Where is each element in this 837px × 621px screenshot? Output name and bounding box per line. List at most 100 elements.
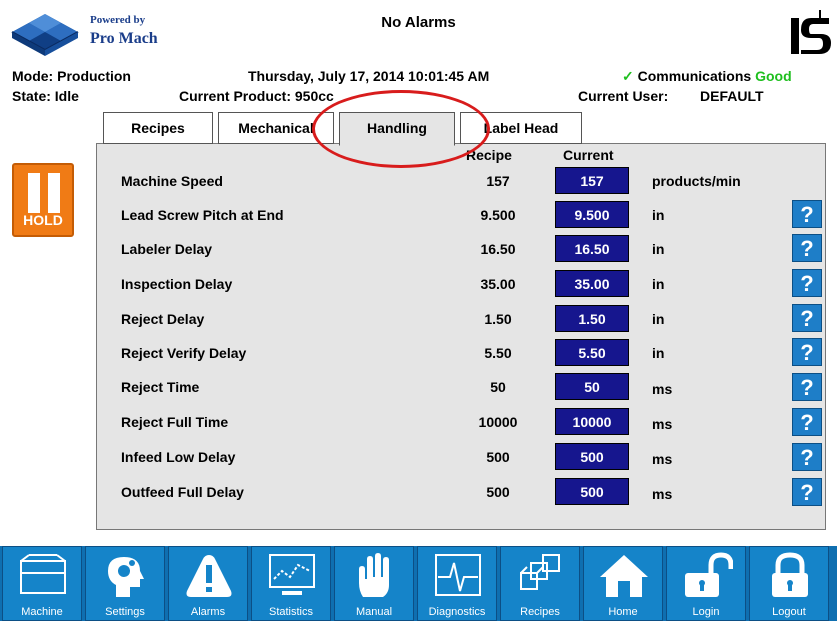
nav-machine-button[interactable]: Machine — [2, 546, 82, 621]
hold-label: HOLD — [23, 212, 63, 228]
alarms-icon — [186, 555, 232, 597]
row-current-inspection-delay[interactable]: 35.00 — [555, 270, 629, 297]
row-unit-reject-delay: in — [652, 311, 665, 327]
row-label-reject-time: Reject Time — [121, 379, 200, 395]
pause-icon — [28, 173, 40, 213]
alarm-status: No Alarms — [381, 14, 456, 31]
row-current-reject-verify-delay[interactable]: 5.50 — [555, 339, 629, 366]
home-icon — [600, 555, 648, 597]
manual-icon — [359, 553, 389, 597]
communications-status: ✓ Communications Good — [622, 68, 792, 85]
row-recipe-lead-screw-pitch: 9.500 — [480, 207, 516, 223]
login-icon — [685, 552, 733, 597]
nav-diagnostics-label: Diagnostics — [428, 606, 486, 618]
help-button-lead-screw-pitch[interactable]: ? — [792, 200, 822, 228]
row-current-machine-speed[interactable]: 157 — [555, 167, 629, 194]
current-column-header: Current — [563, 147, 614, 163]
row-label-labeler-delay: Labeler Delay — [121, 241, 213, 257]
nav-manual-button[interactable]: Manual — [334, 546, 414, 621]
row-current-reject-delay[interactable]: 1.50 — [555, 305, 629, 332]
row-label-reject-full-time: Reject Full Time — [121, 414, 229, 430]
pause-icon-bar — [48, 173, 60, 213]
nav-statistics-label: Statistics — [268, 606, 313, 618]
row-label-reject-delay: Reject Delay — [121, 311, 205, 327]
row-current-outfeed-full-delay[interactable]: 500 — [555, 478, 629, 505]
nav-machine-label: Machine — [21, 606, 63, 618]
help-button-outfeed-full-delay[interactable]: ? — [792, 478, 822, 506]
row-label-outfeed-full-delay: Outfeed Full Delay — [121, 484, 244, 500]
row-label-lead-screw-pitch: Lead Screw Pitch at End — [121, 207, 284, 223]
row-unit-reject-time: ms — [652, 381, 673, 397]
row-unit-lead-screw-pitch: in — [652, 207, 665, 223]
nav-recipes-label: Recipes — [520, 606, 560, 618]
statistics-icon — [269, 554, 315, 595]
nav-statistics-button[interactable]: Statistics — [251, 546, 331, 621]
row-unit-labeler-delay: in — [652, 241, 665, 257]
row-unit-machine-speed: products/min — [652, 173, 741, 189]
current-user-label: Current User: — [578, 88, 669, 104]
row-label-inspection-delay: Inspection Delay — [121, 276, 233, 292]
nav-home-label: Home — [608, 606, 638, 618]
hold-button[interactable]: HOLD — [12, 163, 74, 237]
nav-diagnostics-button[interactable]: Diagnostics — [417, 546, 497, 621]
row-recipe-outfeed-full-delay: 500 — [486, 484, 510, 500]
nav-login-label: Login — [692, 606, 720, 618]
brand-name: Pro Mach — [90, 30, 158, 47]
row-label-machine-speed: Machine Speed — [121, 173, 223, 189]
company-corner-logo-icon — [791, 10, 831, 54]
machine-icon — [20, 554, 66, 594]
nav-home-button[interactable]: Home — [583, 546, 663, 621]
row-current-reject-full-time[interactable]: 10000 — [555, 408, 629, 435]
row-current-infeed-low-delay[interactable]: 500 — [555, 443, 629, 470]
nav-alarms-label: Alarms — [190, 606, 226, 618]
date-time: Thursday, July 17, 2014 10:01:45 AM — [248, 68, 490, 84]
current-user: DEFAULT — [700, 88, 764, 104]
row-unit-reject-full-time: ms — [652, 416, 673, 432]
nav-login-button[interactable]: Login — [666, 546, 746, 621]
row-unit-reject-verify-delay: in — [652, 345, 665, 361]
current-product: Current Product: 950cc — [179, 88, 334, 104]
mode-label: Mode: Production — [12, 68, 131, 84]
help-button-reject-verify-delay[interactable]: ? — [792, 338, 822, 366]
row-recipe-machine-speed: 157 — [486, 173, 510, 189]
tab-recipes[interactable]: Recipes — [103, 112, 213, 144]
nav-logout-label: Logout — [772, 606, 806, 618]
row-recipe-reject-full-time: 10000 — [478, 414, 518, 430]
row-unit-infeed-low-delay: ms — [652, 451, 673, 467]
help-button-labeler-delay[interactable]: ? — [792, 234, 822, 262]
handling-panel — [96, 143, 826, 530]
row-recipe-reject-time: 50 — [490, 379, 506, 395]
nav-alarms-button[interactable]: Alarms — [168, 546, 248, 621]
checkmark-icon: ✓ — [622, 68, 634, 84]
settings-icon — [108, 557, 144, 597]
row-recipe-infeed-low-delay: 500 — [486, 449, 510, 465]
row-recipe-reject-verify-delay: 5.50 — [484, 345, 512, 361]
annotation-oval — [312, 90, 490, 168]
row-recipe-reject-delay: 1.50 — [484, 311, 512, 327]
nav-settings-button[interactable]: Settings — [85, 546, 165, 621]
help-button-reject-delay[interactable]: ? — [792, 304, 822, 332]
row-unit-inspection-delay: in — [652, 276, 665, 292]
row-recipe-inspection-delay: 35.00 — [480, 276, 516, 292]
row-recipe-labeler-delay: 16.50 — [480, 241, 516, 257]
help-button-inspection-delay[interactable]: ? — [792, 269, 822, 297]
help-button-reject-full-time[interactable]: ? — [792, 408, 822, 436]
nav-settings-label: Settings — [105, 606, 145, 618]
recipes-icon — [520, 554, 560, 590]
nav-recipes-button[interactable]: Recipes — [500, 546, 580, 621]
nav-manual-label: Manual — [355, 606, 393, 618]
help-button-reject-time[interactable]: ? — [792, 373, 822, 401]
communications-label: Communications — [637, 68, 752, 84]
row-current-lead-screw-pitch[interactable]: 9.500 — [555, 201, 629, 228]
row-current-reject-time[interactable]: 50 — [555, 373, 629, 400]
state-label: State: Idle — [12, 88, 79, 104]
row-label-infeed-low-delay: Infeed Low Delay — [121, 449, 236, 465]
row-current-labeler-delay[interactable]: 16.50 — [555, 235, 629, 262]
logout-icon — [772, 552, 808, 597]
communications-good: Good — [755, 68, 792, 84]
row-unit-outfeed-full-delay: ms — [652, 486, 673, 502]
diagnostics-icon — [435, 554, 481, 596]
nav-logout-button[interactable]: Logout — [749, 546, 829, 621]
help-button-infeed-low-delay[interactable]: ? — [792, 443, 822, 471]
row-label-reject-verify-delay: Reject Verify Delay — [121, 345, 247, 361]
